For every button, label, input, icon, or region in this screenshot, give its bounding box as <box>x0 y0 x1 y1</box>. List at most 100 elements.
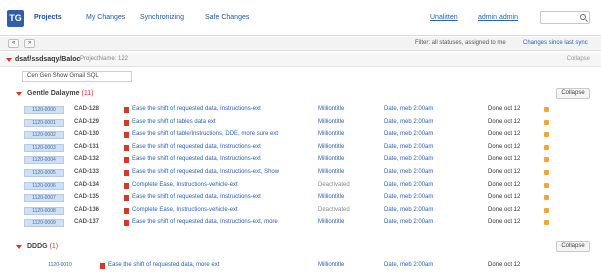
row-assignee[interactable]: Deactivated <box>318 207 350 213</box>
nav-item-projects[interactable]: Projects <box>34 14 62 21</box>
flag-icon <box>544 195 549 201</box>
nav-item-safe-changes[interactable]: Safe Changes <box>205 14 249 21</box>
group-count: (11) <box>81 90 94 97</box>
forward-button[interactable]: » <box>24 39 36 48</box>
project-title: dsaf/ssdsaqy/Baloc <box>15 56 81 63</box>
row-title[interactable]: Ease the shift of requested data, Instru… <box>132 106 261 112</box>
row-assignee[interactable]: Milliontitle <box>318 156 344 162</box>
project-header[interactable]: dsaf/ssdsaqy/Baloc ProjectName: 122 Coll… <box>0 53 601 67</box>
changes-since-link[interactable]: Changes since last sync <box>523 40 588 46</box>
filter-summary: Filter: all statuses, assigned to me <box>415 40 506 46</box>
row-title[interactable]: Ease the shift of requested data, Instru… <box>132 169 279 175</box>
flag-icon <box>544 119 549 125</box>
row-id[interactable]: 1120-0001 <box>24 118 64 127</box>
row-code: CAD-129 <box>74 118 100 125</box>
row-assignee[interactable]: Milliontitle <box>318 219 344 225</box>
row-title[interactable]: Complete Ease, Instructions-vehicle-ext <box>132 182 238 188</box>
row-date[interactable]: Date, meb 2:00am <box>384 131 433 137</box>
row-assignee[interactable]: Milliontitle <box>318 131 344 137</box>
user-link-primary[interactable]: Unalitten <box>430 14 458 21</box>
row-code: CAD-136 <box>74 206 100 213</box>
row-code: CAD-134 <box>74 181 100 188</box>
row-id[interactable]: 1120-0004 <box>24 156 64 165</box>
row-title[interactable]: Ease the shift of requested data, Instru… <box>132 219 278 225</box>
row-id[interactable]: 1120-0000 <box>24 106 64 114</box>
row-date[interactable]: Date, meb 2:00am <box>384 182 433 188</box>
collapse-arrow-icon[interactable] <box>6 58 12 62</box>
row-date[interactable]: Date, meb 2:00am <box>384 106 433 112</box>
row-date[interactable]: Date, meb 2:00am <box>384 156 433 162</box>
row-date[interactable]: Date, meb 2:00am <box>384 194 433 200</box>
project-collapse-link[interactable]: Collapse <box>567 56 590 62</box>
search-input[interactable] <box>540 11 590 24</box>
row-marker <box>124 207 129 214</box>
row-status: Done oct 12 <box>488 262 521 268</box>
group-collapse-button[interactable]: Collapse <box>556 241 590 252</box>
table-row[interactable]: 1120-0004 CAD-132 Ease the shift of reques… <box>0 155 601 165</box>
row-date[interactable]: Date, meb 2:00am <box>384 169 433 175</box>
row-title[interactable]: Ease the shift of requested data, Instru… <box>132 194 261 200</box>
row-code: CAD-132 <box>74 156 100 163</box>
table-row[interactable]: 1120-0010 Ease the shift of requested da… <box>0 261 601 271</box>
row-date[interactable]: Date, meb 2:00am <box>384 207 433 213</box>
row-title[interactable]: Ease the shift of requested data, Instru… <box>132 144 261 150</box>
table-row[interactable]: 1120-0003 CAD-131 Ease the shift of reques… <box>0 143 601 153</box>
group-collapse-arrow-icon[interactable] <box>16 92 22 96</box>
flag-icon <box>544 144 549 150</box>
row-code: CAD-130 <box>74 131 100 138</box>
search-icon[interactable] <box>580 14 586 20</box>
row-title[interactable]: Ease the shift of table/Instructions, DD… <box>132 131 278 137</box>
table-row[interactable]: 1120-0005 CAD-133 Ease the shift of reques… <box>0 168 601 178</box>
row-assignee[interactable]: Milliontitle <box>318 144 344 150</box>
group-collapse-button[interactable]: Collapse <box>556 88 590 99</box>
row-assignee[interactable]: Milliontitle <box>318 262 344 268</box>
row-id[interactable]: 1120-0006 <box>24 181 64 190</box>
table-row[interactable]: 1120-0007 CAD-135 Ease the shift of reques… <box>0 193 601 203</box>
row-assignee[interactable]: Deactivated <box>318 182 350 188</box>
flag-icon <box>544 182 549 188</box>
row-id[interactable]: 1120-0003 <box>24 143 64 152</box>
row-assignee[interactable]: Milliontitle <box>318 169 344 175</box>
row-id[interactable]: 1120-0005 <box>24 169 64 177</box>
back-button[interactable]: « <box>8 39 20 48</box>
row-code: CAD-135 <box>74 194 100 201</box>
row-date[interactable]: Date, meb 2:00am <box>384 144 433 150</box>
row-id[interactable]: 1120-0007 <box>24 194 64 203</box>
row-date[interactable]: Date, meb 2:00am <box>384 119 433 125</box>
row-title[interactable]: Complete Ease, Instructions-vehicle-ext <box>132 207 238 213</box>
row-title[interactable]: Ease the shift of tables data ext <box>132 119 216 125</box>
row-title[interactable]: Ease the shift of requested data, Instru… <box>132 156 261 162</box>
row-marker <box>124 195 129 202</box>
row-marker <box>124 157 129 164</box>
row-status: Done oct 12 <box>488 169 521 175</box>
row-id[interactable]: 1120-0008 <box>24 206 64 215</box>
row-marker <box>124 119 129 126</box>
user-link-admin[interactable]: admin admin <box>478 14 518 21</box>
row-date[interactable]: Date, meb 2:00am <box>384 219 433 225</box>
table-row[interactable]: 1120-0009 CAD-137 Ease the shift of reques… <box>0 218 601 228</box>
row-marker <box>124 144 129 151</box>
nav-item-my-changes[interactable]: My Changes <box>86 14 125 21</box>
flag-icon <box>544 157 549 163</box>
table-row[interactable]: 1120-0001 CAD-129 Ease the shift of tables… <box>0 118 601 128</box>
row-status: Done oct 12 <box>488 194 521 201</box>
row-title[interactable]: Ease the shift of requested data, more e… <box>108 262 219 268</box>
table-row[interactable]: 1120-0006 CAD-134 Complete Ease, Instructi… <box>0 181 601 191</box>
row-id[interactable]: 1120-0010 <box>40 262 80 270</box>
row-id[interactable]: 1120-0002 <box>24 131 64 140</box>
row-date[interactable]: Date, meb 2:00am <box>384 262 433 268</box>
row-code: CAD-128 <box>74 106 100 112</box>
row-assignee[interactable]: Milliontitle <box>318 119 344 125</box>
row-status: Done oct 12 <box>488 131 521 138</box>
row-id[interactable]: 1120-0009 <box>24 219 64 228</box>
app-logo[interactable]: TG <box>7 10 24 27</box>
table-row[interactable]: 1120-0008 CAD-136 Complete Ease, Instructi… <box>0 206 601 216</box>
nav-item-synchronizing[interactable]: Synchronizing <box>140 14 184 21</box>
table-row[interactable]: 1120-0000 CAD-128 Ease the shift of reques… <box>0 105 601 115</box>
table-row[interactable]: 1120-0002 CAD-130 Ease the shift of table/… <box>0 130 601 140</box>
group-title-text: DDDG <box>27 243 48 250</box>
filter-select[interactable]: Cen Gen Show Gmail SQL <box>22 71 132 82</box>
row-assignee[interactable]: Milliontitle <box>318 106 344 112</box>
row-assignee[interactable]: Milliontitle <box>318 194 344 200</box>
group-collapse-arrow-icon[interactable] <box>16 245 22 249</box>
